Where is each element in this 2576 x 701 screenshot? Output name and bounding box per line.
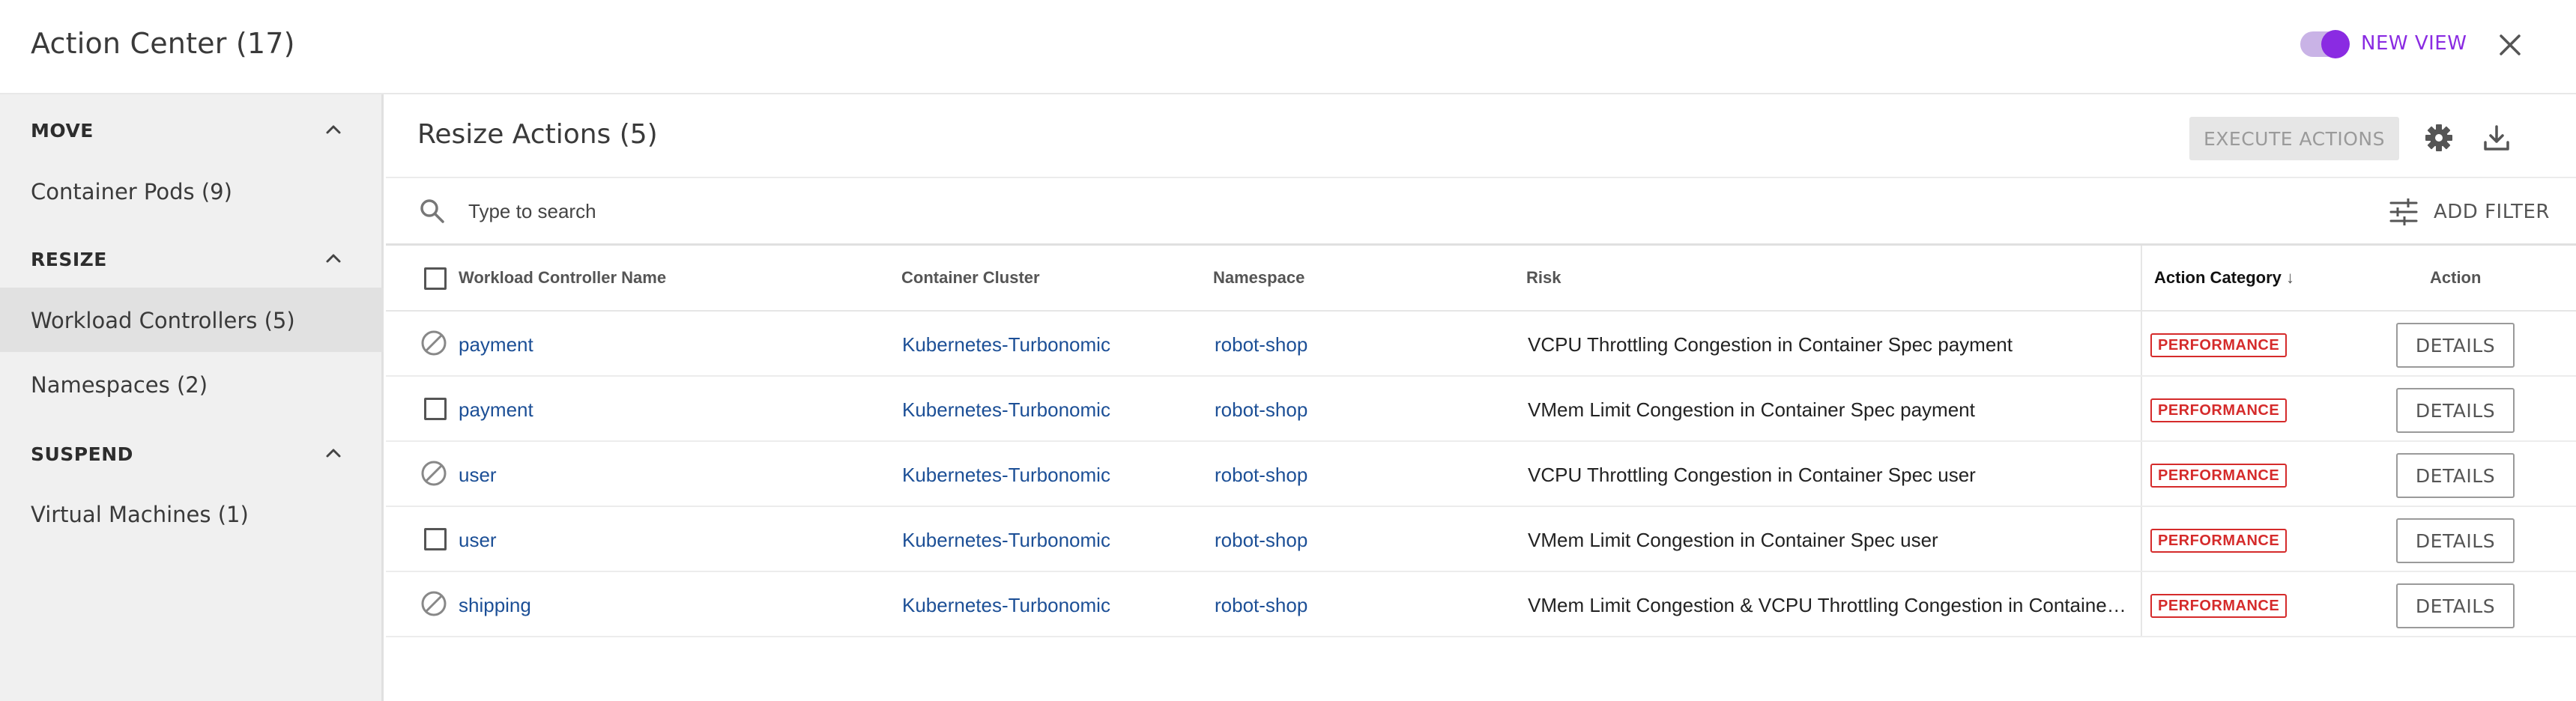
namespace-link[interactable]: robot-shop: [1215, 398, 1307, 422]
workload-name-link[interactable]: shipping: [459, 594, 531, 617]
cluster-link[interactable]: Kubernetes-Turbonomic: [902, 464, 1110, 487]
details-button[interactable]: DETAILS: [2396, 453, 2515, 498]
not-allowed-icon: [421, 461, 447, 486]
top-bar: Action Center (17) NEW VIEW: [0, 0, 2576, 94]
risk-text: VMem Limit Congestion in Container Spec …: [1528, 529, 1938, 551]
select-all-checkbox[interactable]: [424, 267, 447, 290]
workload-name-link[interactable]: user: [459, 464, 497, 487]
sidebar-item-label: Container Pods (9): [31, 179, 232, 204]
table-header: Workload Controller Name Container Clust…: [386, 246, 2576, 312]
column-header-name[interactable]: Workload Controller Name: [459, 268, 666, 288]
table-row: user Kubernetes-Turbonomic robot-shop VMem …: [386, 507, 2576, 572]
cluster-link[interactable]: Kubernetes-Turbonomic: [902, 333, 1110, 356]
main-panel: Resize Actions (5) EXECUTE ACTIONS Type …: [386, 94, 2576, 701]
column-header-category-label: Action Category: [2154, 268, 2282, 287]
new-view-toggle[interactable]: [2300, 30, 2350, 58]
category-badge: PERFORMANCE: [2150, 398, 2288, 422]
column-header-cluster[interactable]: Container Cluster: [901, 268, 1040, 288]
sidebar-section-resize[interactable]: RESIZE: [0, 223, 384, 288]
category-badge: PERFORMANCE: [2150, 529, 2288, 553]
namespace-link[interactable]: robot-shop: [1215, 464, 1307, 487]
sidebar-section-label: SUSPEND: [31, 443, 133, 465]
details-button[interactable]: DETAILS: [2396, 388, 2515, 433]
sidebar: MOVE Container Pods (9) RESIZE Workload …: [0, 94, 384, 701]
category-badge: PERFORMANCE: [2150, 333, 2288, 357]
sidebar-section-label: RESIZE: [31, 249, 107, 270]
close-icon[interactable]: [2494, 28, 2527, 61]
chevron-up-icon[interactable]: [322, 118, 345, 141]
column-header-risk[interactable]: Risk: [1526, 268, 1561, 288]
cluster-link[interactable]: Kubernetes-Turbonomic: [902, 529, 1110, 552]
details-button[interactable]: DETAILS: [2396, 583, 2515, 628]
sort-down-icon: ↓: [2286, 268, 2295, 287]
actions-table: Workload Controller Name Container Clust…: [386, 246, 2576, 637]
namespace-link[interactable]: robot-shop: [1215, 529, 1307, 552]
risk-text: VCPU Throttling Congestion in Container …: [1528, 333, 2013, 356]
risk-text: VCPU Throttling Congestion in Container …: [1528, 464, 1976, 486]
search-bar: ADD FILTER: [386, 177, 2576, 246]
sidebar-item-label: Namespaces (2): [31, 372, 208, 398]
column-header-category[interactable]: Action Category ↓: [2154, 268, 2294, 288]
table-row: user Kubernetes-Turbonomic robot-shop VCPU …: [386, 442, 2576, 507]
chevron-up-icon[interactable]: [322, 442, 345, 464]
sidebar-item-virtual-machines[interactable]: Virtual Machines (1): [0, 482, 384, 546]
download-icon[interactable]: [2479, 120, 2515, 156]
sidebar-item-label: Workload Controllers (5): [31, 308, 295, 333]
risk-text: VMem Limit Congestion in Container Spec …: [1528, 398, 1975, 421]
sidebar-item-container-pods[interactable]: Container Pods (9): [0, 159, 384, 223]
workload-name-link[interactable]: payment: [459, 333, 533, 356]
not-allowed-icon: [421, 330, 447, 356]
column-header-namespace[interactable]: Namespace: [1213, 268, 1304, 288]
sidebar-item-workload-controllers[interactable]: Workload Controllers (5): [0, 288, 384, 352]
row-checkbox[interactable]: [424, 528, 447, 550]
new-view-label[interactable]: NEW VIEW: [2361, 32, 2467, 55]
category-badge: PERFORMANCE: [2150, 594, 2288, 618]
workload-name-link[interactable]: payment: [459, 398, 533, 422]
risk-text: VMem Limit Congestion & VCPU Throttling …: [1528, 594, 2127, 616]
sidebar-section-suspend[interactable]: SUSPEND: [0, 418, 384, 482]
add-filter-button[interactable]: ADD FILTER: [2434, 201, 2550, 223]
chevron-up-icon[interactable]: [322, 247, 345, 270]
cluster-link[interactable]: Kubernetes-Turbonomic: [902, 398, 1110, 422]
search-input[interactable]: [468, 192, 1592, 231]
toggle-knob: [2321, 30, 2350, 58]
table-row: payment Kubernetes-Turbonomic robot-shop VM…: [386, 377, 2576, 442]
sidebar-section-move[interactable]: MOVE: [0, 94, 384, 159]
sidebar-item-namespaces[interactable]: Namespaces (2): [0, 352, 384, 416]
workload-name-link[interactable]: user: [459, 529, 497, 552]
row-checkbox[interactable]: [424, 398, 447, 420]
column-header-action: Action: [2430, 268, 2482, 287]
namespace-link[interactable]: robot-shop: [1215, 333, 1307, 356]
table-body: payment Kubernetes-Turbonomic robot-shop VC…: [386, 312, 2576, 637]
sidebar-item-label: Virtual Machines (1): [31, 502, 249, 527]
sidebar-section-label: MOVE: [31, 120, 94, 142]
section-title: Resize Actions (5): [417, 119, 658, 150]
table-row: shipping Kubernetes-Turbonomic robot-shop V…: [386, 572, 2576, 637]
details-button[interactable]: DETAILS: [2396, 518, 2515, 563]
execute-actions-button[interactable]: EXECUTE ACTIONS: [2189, 117, 2399, 160]
search-icon: [420, 199, 444, 223]
page-title: Action Center (17): [31, 27, 295, 60]
not-allowed-icon: [421, 591, 447, 616]
table-row: payment Kubernetes-Turbonomic robot-shop VC…: [386, 312, 2576, 377]
category-badge: PERFORMANCE: [2150, 464, 2288, 488]
gear-icon[interactable]: [2421, 120, 2457, 156]
cluster-link[interactable]: Kubernetes-Turbonomic: [902, 594, 1110, 617]
details-button[interactable]: DETAILS: [2396, 323, 2515, 368]
filter-sliders-icon[interactable]: [2388, 196, 2419, 228]
namespace-link[interactable]: robot-shop: [1215, 594, 1307, 617]
